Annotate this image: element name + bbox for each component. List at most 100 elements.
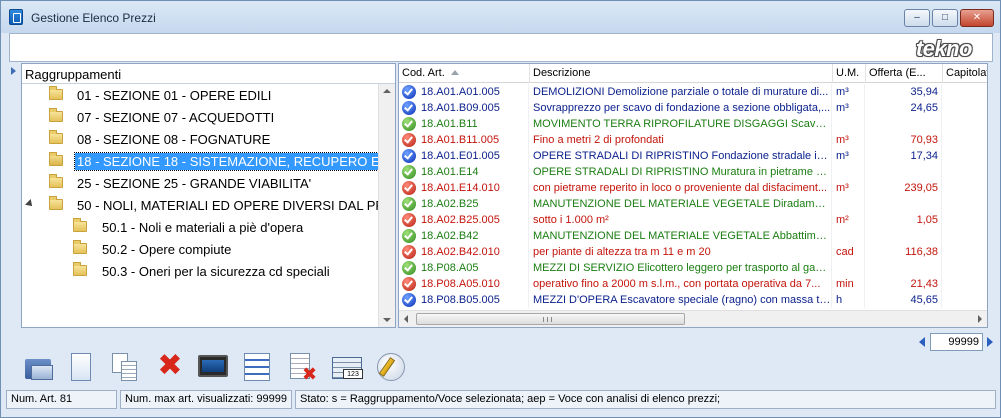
max-items-input[interactable] — [930, 333, 983, 351]
maximize-button[interactable]: □ — [932, 9, 958, 27]
cell-description: con pietrame reperito in loco o provenie… — [530, 180, 832, 196]
status-legend: Stato: s = Raggruppamento/Voce seleziona… — [295, 390, 996, 409]
tree-item-label: 07 - SEZIONE 07 - ACQUEDOTTI — [77, 110, 275, 125]
cell-chapter — [943, 276, 987, 292]
column-header-price[interactable]: Offerta (E... — [866, 64, 943, 83]
cell-chapter — [943, 180, 987, 196]
status-num-art: Num. Art. 81 — [6, 390, 117, 409]
cell-price — [866, 228, 942, 244]
brand-logo: tekno — [915, 36, 973, 61]
cell-um: m³ — [833, 100, 865, 116]
groupings-tree: Raggruppamenti 01 - SEZIONE 01 - OPERE E… — [21, 63, 396, 328]
status-check-icon — [402, 101, 416, 115]
next-page-icon[interactable] — [987, 337, 993, 347]
title-bar[interactable]: Gestione Elenco Prezzi – □ ✕ — [1, 1, 1000, 33]
cell-price: 17,34 — [866, 148, 942, 164]
new-document-icon[interactable] — [65, 351, 97, 383]
status-max-art: Num. max art. visualizzati: 99999 — [120, 390, 292, 409]
cell-chapter — [943, 132, 987, 148]
table-row[interactable]: 18.P08.B05.005 MEZZI D'OPERA Escavatore … — [399, 292, 987, 308]
table-row[interactable]: 18.A01.E14.010 con pietrame reperito in … — [399, 180, 987, 196]
cell-um: m³ — [833, 180, 865, 196]
cell-code: 18.A01.A01.005 — [419, 84, 529, 100]
scroll-left-icon[interactable] — [404, 315, 408, 323]
tree-vertical-scrollbar[interactable] — [378, 84, 395, 327]
table-row[interactable]: 18.A02.B42 MANUTENZIONE DEL MATERIALE VE… — [399, 228, 987, 244]
cell-price: 21,43 — [866, 276, 942, 292]
cell-chapter — [943, 196, 987, 212]
cell-description: OPERE STRADALI DI RIPRISTINO Fondazione … — [530, 148, 832, 164]
table-row[interactable]: 18.A01.B09.005 Sovrapprezzo per scavo di… — [399, 100, 987, 116]
main-window: Gestione Elenco Prezzi – □ ✕ tekno Raggr… — [0, 0, 1001, 418]
status-check-icon — [402, 117, 416, 131]
cell-price — [866, 196, 942, 212]
cell-um — [833, 164, 865, 180]
collapse-arrow-icon[interactable] — [11, 67, 16, 75]
scroll-up-icon[interactable] — [383, 89, 391, 93]
table-row[interactable]: 18.P08.A05.010 operativo fino a 2000 m s… — [399, 276, 987, 292]
tree-header: Raggruppamenti — [22, 64, 395, 84]
monitor-icon[interactable] — [197, 351, 229, 383]
cell-description: operativo fino a 2000 m s.l.m., con port… — [530, 276, 832, 292]
table-row[interactable]: 18.A01.A01.005 DEMOLIZIONI Demolizione p… — [399, 84, 987, 100]
scroll-thumb[interactable] — [416, 313, 685, 325]
cell-um: m² — [833, 212, 865, 228]
column-header-chapter[interactable]: Capitolat — [943, 64, 987, 83]
report-delete-icon[interactable]: ✖ — [286, 351, 318, 383]
column-header-code[interactable]: Cod. Art. — [399, 64, 530, 83]
table-row[interactable]: 18.P08.A05 MEZZI DI SERVIZIO Elicottero … — [399, 260, 987, 276]
previous-page-icon[interactable] — [919, 337, 925, 347]
checklist-icon[interactable] — [241, 351, 273, 383]
column-header-description[interactable]: Descrizione — [530, 64, 833, 83]
folder-icon — [73, 262, 87, 276]
scroll-down-icon[interactable] — [383, 318, 391, 322]
cell-chapter — [943, 164, 987, 180]
cell-price — [866, 116, 942, 132]
tree-item-label: 50.3 - Oneri per la sicurezza cd special… — [102, 264, 330, 279]
table-row[interactable]: 18.A02.B25.005 sotto i 1.000 m² m² 1,05 — [399, 212, 987, 228]
delete-icon[interactable]: ✖ — [154, 351, 186, 383]
table-row[interactable]: 18.A01.E14 OPERE STRADALI DI RIPRISTINO … — [399, 164, 987, 180]
tree-header-label: Raggruppamenti — [25, 67, 122, 82]
status-check-icon — [402, 261, 416, 275]
tree-item-selected[interactable]: 18 - SEZIONE 18 - SISTEMAZIONE, RECUPERO… — [22, 152, 380, 172]
tree-item-label: 01 - SEZIONE 01 - OPERE EDILI — [77, 88, 272, 103]
scroll-right-icon[interactable] — [978, 315, 982, 323]
status-check-icon — [402, 213, 416, 227]
cell-code: 18.A02.B25.005 — [419, 212, 529, 228]
cell-um — [833, 116, 865, 132]
cell-um: m³ — [833, 132, 865, 148]
folder-icon — [73, 240, 87, 254]
app-icon — [9, 9, 23, 25]
minimize-button[interactable]: – — [904, 9, 930, 27]
cell-description: MEZZI DI SERVIZIO Elicottero leggero per… — [530, 260, 832, 276]
table-row[interactable]: 18.A01.B11 MOVIMENTO TERRA RIPROFILATURE… — [399, 116, 987, 132]
cell-code: 18.A01.B09.005 — [419, 100, 529, 116]
cell-chapter — [943, 228, 987, 244]
cell-um — [833, 260, 865, 276]
copy-document-icon[interactable] — [109, 351, 141, 383]
table-row[interactable]: 18.A01.B11.005 Fino a metri 2 di profond… — [399, 132, 987, 148]
edit-icon[interactable] — [375, 351, 407, 383]
table-row[interactable]: 18.A02.B25 MANUTENZIONE DEL MATERIALE VE… — [399, 196, 987, 212]
table-numeric-icon[interactable]: 123 — [331, 351, 363, 383]
close-button[interactable]: ✕ — [960, 9, 994, 27]
status-check-icon — [402, 197, 416, 211]
column-header-um[interactable]: U.M. — [833, 64, 866, 83]
grid-horizontal-scrollbar[interactable] — [399, 310, 987, 327]
cell-chapter — [943, 244, 987, 260]
table-row[interactable]: 18.A02.B42.010 per piante di altezza tra… — [399, 244, 987, 260]
cell-price: 24,65 — [866, 100, 942, 116]
open-folder-icon[interactable] — [23, 351, 55, 383]
cell-chapter — [943, 84, 987, 100]
tree-body: 01 - SEZIONE 01 - OPERE EDILI 07 - SEZIO… — [22, 84, 380, 327]
table-row[interactable]: 18.A01.E01.005 OPERE STRADALI DI RIPRIST… — [399, 148, 987, 164]
grid-header: Cod. Art. Descrizione U.M. Offerta (E...… — [399, 64, 987, 83]
cell-chapter — [943, 100, 987, 116]
cell-code: 18.A01.E01.005 — [419, 148, 529, 164]
expand-triangle-icon[interactable] — [25, 199, 35, 209]
cell-price: 45,65 — [866, 292, 942, 308]
cell-price: 1,05 — [866, 212, 942, 228]
grip-icon — [543, 317, 552, 322]
status-check-icon — [402, 133, 416, 147]
